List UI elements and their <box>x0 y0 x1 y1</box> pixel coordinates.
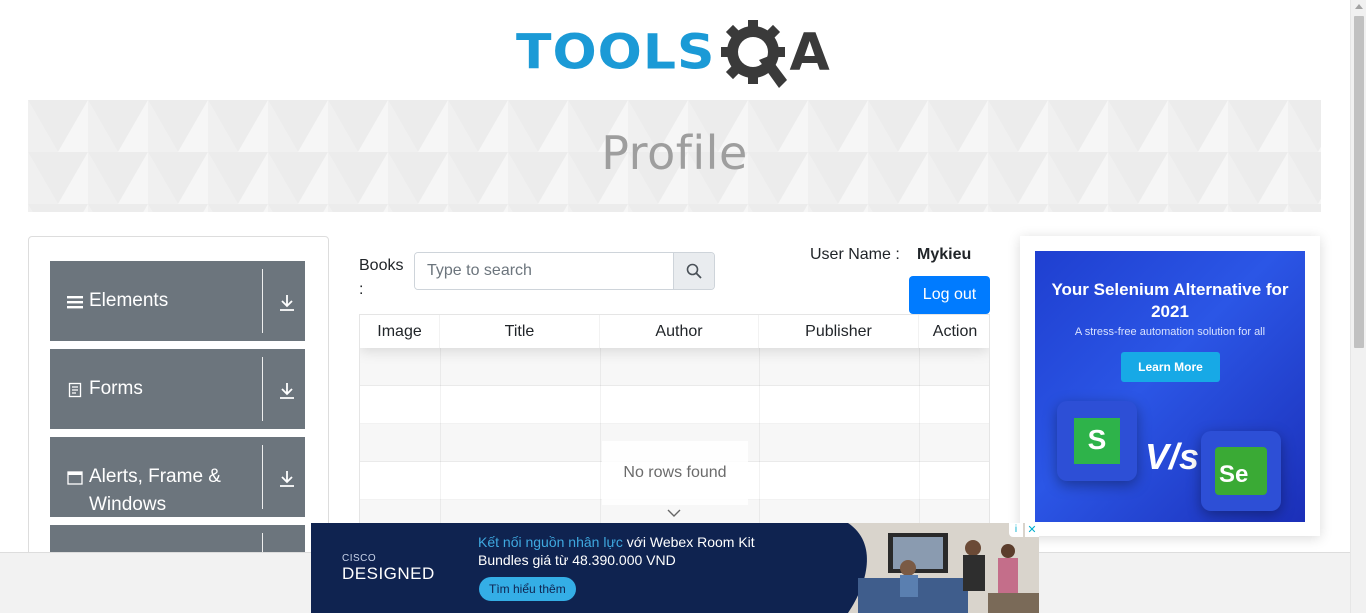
selenium-letters: Se <box>1219 461 1249 488</box>
column-header-image[interactable]: Image <box>360 315 440 348</box>
no-rows-message: No rows found <box>602 441 748 505</box>
divider <box>262 269 263 333</box>
table-row <box>360 348 989 386</box>
ad-headline: Kết nối nguồn nhân lực với Webex Room Ki… <box>478 534 755 550</box>
column-header-publisher[interactable]: Publisher <box>759 315 919 348</box>
katalon-logo: S <box>1074 418 1120 464</box>
books-label: Books : <box>359 257 404 298</box>
download-arrow-icon[interactable] <box>278 469 296 489</box>
download-arrow-icon[interactable] <box>278 381 296 401</box>
scroll-up-arrow-icon[interactable] <box>1355 4 1363 9</box>
table-header: Image Title Author Publisher Action <box>360 315 989 348</box>
ad-cta-button[interactable]: Tìm hiểu thêm <box>479 577 576 601</box>
vertical-scrollbar[interactable] <box>1350 0 1366 613</box>
search-box <box>414 252 715 290</box>
ad-title: Your Selenium Alternative for 2021 <box>1051 280 1289 321</box>
column-header-action[interactable]: Action <box>919 315 989 348</box>
selenium-logo: Se <box>1215 447 1267 495</box>
user-name-value: Mykieu <box>917 246 972 263</box>
download-arrow-icon[interactable] <box>278 293 296 313</box>
nav-group-forms[interactable]: Forms <box>50 349 305 429</box>
bottom-ad-banner[interactable]: CISCO DESIGNED Kết nối nguồn nhân lực vớ… <box>311 523 1039 613</box>
document-icon <box>68 382 82 398</box>
books-table: Image Title Author Publisher Action No r… <box>359 314 990 554</box>
ad-info-icon[interactable]: i <box>1009 523 1023 537</box>
ad-subtitle: A stress-free automation solution for al… <box>1074 326 1266 338</box>
menu-icon <box>67 296 83 309</box>
left-panel: Elements Forms Alerts, Frame & Windows <box>28 236 329 566</box>
nav-group-alerts[interactable]: Alerts, Frame & Windows <box>50 437 305 517</box>
page-banner: Profile <box>28 100 1321 212</box>
column-header-title[interactable]: Title <box>440 315 600 348</box>
selenium-tile: Se <box>1201 431 1281 511</box>
cisco-logo-text: CISCO <box>342 553 377 564</box>
user-name-label: User Name : <box>810 246 900 263</box>
ad-headline-rest: với Webex Room Kit <box>622 534 755 550</box>
chevron-down-icon[interactable] <box>666 508 682 518</box>
ad-price-text: Bundles giá từ 48.390.000 VND <box>478 552 676 568</box>
designed-text: DESIGNED <box>342 564 435 583</box>
column-header-author[interactable]: Author <box>600 315 759 348</box>
page-title: Profile <box>601 126 748 180</box>
gear-magnifier-icon <box>721 20 788 88</box>
ad-close-icon[interactable]: ✕ <box>1025 523 1039 537</box>
right-ad-banner[interactable]: Your Selenium Alternative for 2021 A str… <box>1035 251 1305 522</box>
logo-text: TOOLS <box>516 25 716 81</box>
page: TOOLS A Profile Elements Forms Alerts, F… <box>0 0 1366 613</box>
katalon-tile: S <box>1057 401 1137 481</box>
nav-group-label: Alerts, Frame & Windows <box>89 466 221 515</box>
logo-text-a: A <box>789 23 830 83</box>
search-button[interactable] <box>673 253 714 289</box>
logout-button[interactable]: Log out <box>909 276 990 314</box>
learn-more-button[interactable]: Learn More <box>1121 352 1220 382</box>
search-input[interactable] <box>415 253 673 289</box>
table-row <box>360 386 989 424</box>
toolsqa-logo[interactable]: TOOLS A <box>516 16 830 90</box>
ad-headline-highlight: Kết nối nguồn nhân lực <box>478 534 623 550</box>
nav-group-label: Forms <box>89 378 143 399</box>
nav-group-label: Elements <box>89 290 169 311</box>
divider <box>262 357 263 421</box>
window-icon <box>67 471 83 485</box>
search-icon <box>686 263 702 279</box>
versus-text: V/s <box>1145 436 1200 477</box>
scroll-thumb[interactable] <box>1354 16 1364 348</box>
divider <box>262 445 263 509</box>
nav-group-elements[interactable]: Elements <box>50 261 305 341</box>
katalon-letter: S <box>1087 424 1107 455</box>
